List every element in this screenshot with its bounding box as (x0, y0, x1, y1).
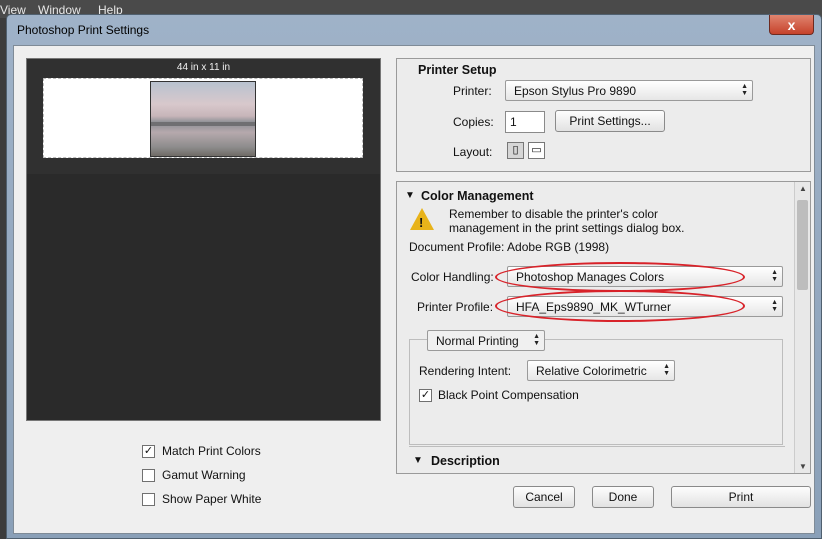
black-point-label: Black Point Compensation (438, 388, 579, 402)
portrait-layout-icon[interactable]: ▯ (507, 142, 524, 159)
scrollbar-thumb[interactable] (797, 200, 808, 290)
scrollbar[interactable]: ▲ ▼ (794, 182, 810, 473)
updown-arrows-icon: ▲ ▼ (771, 299, 778, 313)
scroll-up-icon[interactable]: ▲ (799, 184, 807, 193)
updown-arrows-icon: ▲ ▼ (771, 269, 778, 283)
print-settings-button[interactable]: Print Settings... (555, 110, 665, 132)
show-paper-white-checkbox[interactable] (142, 492, 155, 506)
highlight-ellipse (495, 290, 745, 322)
match-print-colors-label: Match Print Colors (162, 444, 261, 458)
gamut-warning-label: Gamut Warning (162, 468, 246, 482)
black-point-checkbox[interactable]: ✓ (419, 388, 432, 402)
scroll-down-icon[interactable]: ▼ (799, 462, 807, 471)
rendering-intent-select[interactable]: Relative Colorimetric ▲ ▼ (527, 360, 675, 381)
dialog-client-area: 44 in x 11 in ✓ Match Print Colors Gamut… (13, 45, 815, 534)
printer-profile-label: Printer Profile: (417, 300, 494, 314)
done-button[interactable]: Done (592, 486, 654, 508)
rendering-intent-label: Rendering Intent: (419, 364, 512, 378)
print-preview: 44 in x 11 in (26, 58, 381, 421)
warning-message: Remember to disable the printer's color … (449, 207, 685, 235)
photo-shoreline (151, 122, 255, 126)
print-button[interactable]: Print (671, 486, 811, 508)
document-profile: Document Profile: Adobe RGB (1998) (409, 240, 610, 254)
copies-label: Copies: (453, 115, 494, 129)
highlight-ellipse (495, 262, 745, 292)
description-title: Description (431, 454, 500, 468)
landscape-layout-icon[interactable]: ▭ (528, 142, 545, 159)
printer-label: Printer: (453, 84, 492, 98)
layout-label: Layout: (453, 145, 493, 159)
updown-arrows-icon: ▲ ▼ (663, 363, 670, 377)
dialog-title: Photoshop Print Settings (17, 23, 150, 37)
match-print-colors-option[interactable]: ✓ Match Print Colors (142, 444, 261, 458)
color-handling-label: Color Handling: (411, 270, 494, 284)
color-management-panel: ▼ Color Management ! Remember to disable… (396, 181, 811, 474)
paper-sheet (43, 78, 363, 158)
color-management-title: Color Management (421, 189, 534, 203)
match-print-colors-checkbox[interactable]: ✓ (142, 444, 155, 458)
warning-exclamation: ! (419, 215, 424, 230)
updown-arrows-icon: ▲ ▼ (533, 333, 540, 347)
preview-paper-area: 44 in x 11 in (27, 59, 380, 174)
rendering-intent-value: Relative Colorimetric (536, 364, 647, 378)
show-paper-white-label: Show Paper White (162, 492, 262, 506)
paper-size-label: 44 in x 11 in (176, 62, 231, 73)
expand-triangle-icon[interactable]: ▼ (413, 455, 423, 466)
printer-select[interactable]: Epson Stylus Pro 9890 ▲ ▼ (505, 80, 753, 101)
collapse-triangle-icon[interactable]: ▼ (405, 190, 415, 201)
black-point-option[interactable]: ✓ Black Point Compensation (419, 388, 579, 402)
updown-arrows-icon: ▲ ▼ (741, 83, 748, 97)
gamut-warning-checkbox[interactable] (142, 468, 155, 482)
close-icon: x (787, 16, 796, 33)
copies-input[interactable]: 1 (505, 111, 545, 133)
printing-mode-value: Normal Printing (436, 334, 519, 348)
cancel-button[interactable]: Cancel (513, 486, 575, 508)
show-paper-white-option[interactable]: Show Paper White (142, 492, 261, 506)
printing-mode-select[interactable]: Normal Printing ▲ ▼ (427, 330, 545, 351)
close-button[interactable]: x (769, 15, 814, 35)
printer-select-value: Epson Stylus Pro 9890 (514, 84, 637, 98)
printer-setup-title: Printer Setup (418, 63, 497, 77)
photo-thumbnail[interactable] (150, 81, 256, 157)
print-settings-dialog: Photoshop Print Settings x 44 in x 11 in… (6, 14, 822, 539)
printer-setup-panel: Printer Setup Printer: Epson Stylus Pro … (396, 58, 811, 172)
gamut-warning-option[interactable]: Gamut Warning (142, 468, 246, 482)
description-divider (409, 446, 785, 447)
